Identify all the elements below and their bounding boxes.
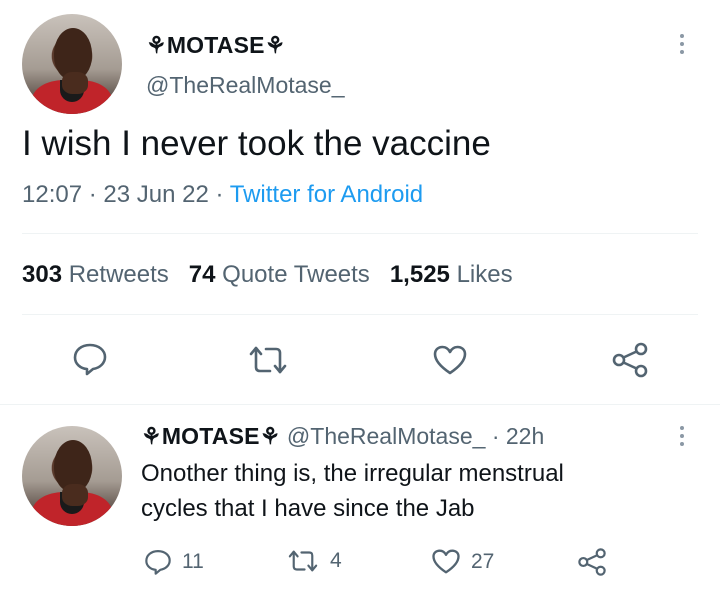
tweet-text: I wish I never took the vaccine [22, 124, 491, 163]
reply-author-avatar[interactable] [22, 426, 122, 526]
avatar-hand [62, 484, 88, 506]
meta-separator: · [88, 181, 104, 208]
author-name[interactable]: ⚘MOTASE⚘ [146, 32, 286, 59]
reply-reply-button[interactable]: 11 [144, 548, 204, 576]
author-avatar[interactable] [22, 14, 122, 114]
reply-share-icon[interactable] [577, 547, 607, 582]
engagement-stats: 303 Retweets 74 Quote Tweets 1,525 Likes [22, 261, 513, 289]
reply-text-line: cycles that I have since the Jab [141, 495, 475, 522]
retweets-stat[interactable]: 303 Retweets [22, 261, 169, 288]
tweet-time[interactable]: 12:07 [22, 181, 82, 208]
likes-stat[interactable]: 1,525 Likes [390, 261, 513, 288]
like-heart-icon [432, 549, 460, 574]
more-options-icon[interactable] [679, 34, 685, 54]
divider [22, 314, 698, 315]
author-handle[interactable]: @TheRealMotase_ [146, 72, 345, 99]
reply-author-handle[interactable]: @TheRealMotase_ [287, 423, 486, 449]
reply-retweet-button[interactable]: 4 [286, 549, 342, 573]
like-heart-icon[interactable] [432, 344, 468, 376]
share-icon[interactable] [611, 342, 649, 378]
reply-text: Onother thing is, the irregular menstrua… [141, 456, 564, 526]
like-count: 27 [471, 549, 495, 573]
reply-age[interactable]: · 22h [492, 423, 544, 449]
section-divider [0, 404, 720, 405]
reply-author-name[interactable]: ⚘MOTASE⚘ [141, 423, 281, 449]
avatar-hand [62, 72, 88, 94]
reply-more-options-icon[interactable] [679, 426, 685, 446]
meta-separator: · [215, 181, 230, 208]
tweet-meta: 12:07 · 23 Jun 22 · Twitter for Android [22, 181, 423, 209]
reply-header: ⚘MOTASE⚘ @TheRealMotase_ · 22h [141, 423, 544, 450]
reply-text-line: Onother thing is, the irregular menstrua… [141, 460, 564, 487]
reply-like-button[interactable]: 27 [431, 548, 494, 575]
retweet-icon[interactable] [246, 345, 290, 375]
reply-icon[interactable] [72, 342, 108, 376]
reply-icon [145, 550, 171, 575]
retweet-count: 4 [330, 549, 342, 572]
reply-count: 11 [182, 550, 204, 573]
retweet-icon [288, 550, 318, 572]
tweet-source-link[interactable]: Twitter for Android [230, 181, 423, 208]
tweet-date[interactable]: 23 Jun 22 [103, 181, 208, 208]
quote-tweets-stat[interactable]: 74 Quote Tweets [189, 261, 370, 288]
divider [22, 233, 698, 234]
